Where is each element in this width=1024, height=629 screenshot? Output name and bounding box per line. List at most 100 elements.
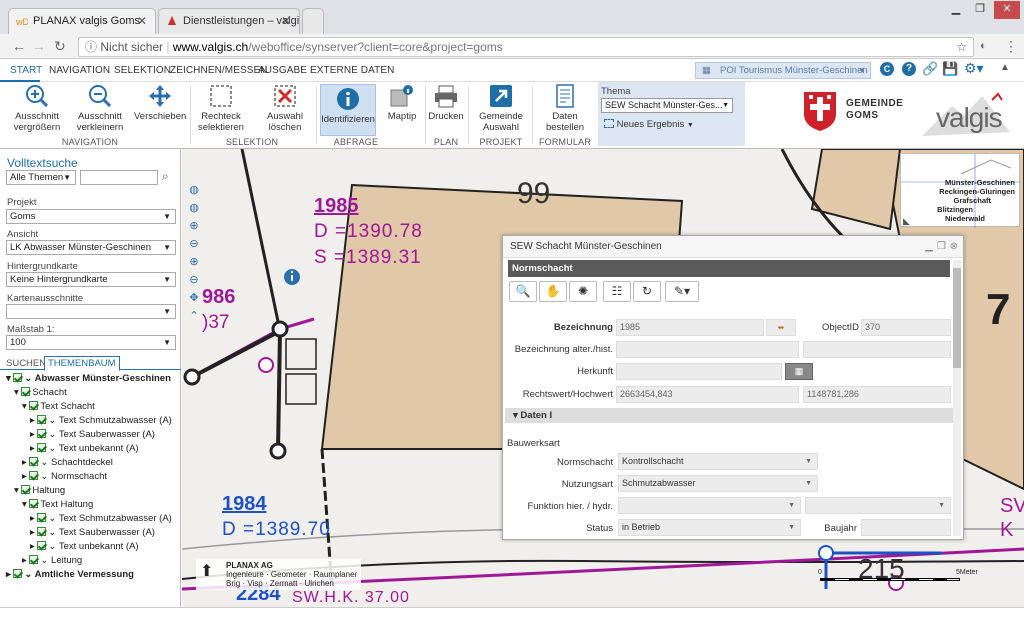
poi-theme-select[interactable]: ▦ POI Tourismus Münster-Geschinen ▼ <box>695 62 871 79</box>
new-result-toggle[interactable]: Neues Ergebnis ▼ <box>604 119 694 130</box>
maximize-dialog-icon[interactable]: ❐ <box>937 236 946 258</box>
chevron-up-icon[interactable]: ⌃ <box>186 307 202 325</box>
municipality-button[interactable]: Gemeinde Auswahl <box>476 84 526 133</box>
browser-tab-active[interactable]: wD PLANAX valgis Goms ✕ <box>8 8 156 34</box>
herkunft-field[interactable] <box>616 363 782 380</box>
tree-item[interactable]: ▾ Schacht <box>14 387 67 398</box>
search-input[interactable] <box>80 170 158 185</box>
minimize-dialog-icon[interactable]: ▁ <box>925 236 933 258</box>
forward-arrow-icon[interactable]: → <box>32 37 46 55</box>
lookup-button[interactable]: ⬌ <box>766 319 796 336</box>
highlight-button[interactable]: ✺ <box>569 281 597 302</box>
funktion-hydr-select[interactable]: ▼ <box>805 497 951 514</box>
dialog-scrollbar[interactable] <box>953 260 961 536</box>
funktion-hier-select[interactable]: ▼ <box>618 497 801 514</box>
bezeichnung-field[interactable]: 1985 <box>616 319 764 336</box>
clear-selection-button[interactable]: Auswahl löschen <box>260 84 310 133</box>
tree-item[interactable]: ▾ ⌄ Abwasser Münster-Geschinen <box>6 373 171 384</box>
print-button[interactable]: Drucken <box>428 84 464 122</box>
identify-button[interactable]: Identifizieren <box>320 84 376 136</box>
reload-icon[interactable]: ↻ <box>54 37 66 55</box>
table-button[interactable]: ☷ <box>603 281 631 302</box>
tree-item[interactable]: ▸ ⌄ Schachtdeckel <box>22 457 113 468</box>
chrome-menu-icon[interactable]: ⋮ <box>1004 37 1018 55</box>
search-icon[interactable]: ⌕ <box>162 169 169 184</box>
tab-zeichnen-messen[interactable]: ZEICHNEN/MESSEN <box>170 65 268 76</box>
bezeichnung-alt-field[interactable] <box>616 341 799 358</box>
tab-start[interactable]: START <box>10 65 42 76</box>
settings-gear-icon[interactable]: ⚙▾ <box>964 60 984 77</box>
normschacht-select[interactable]: Kontrollschacht ▼ <box>618 453 818 470</box>
save-icon[interactable]: 💾 <box>942 61 958 77</box>
tree-item[interactable]: ▾ Haltung <box>14 485 65 496</box>
identify-dialog[interactable]: SEW Schacht Münster-Geschinen ▁ ❐ ⊗ Norm… <box>502 235 964 540</box>
dialog-titlebar[interactable]: SEW Schacht Münster-Geschinen ▁ ❐ ⊗ <box>503 236 963 258</box>
link-icon[interactable]: 🔗 <box>922 61 938 77</box>
restore-icon[interactable]: ❐ <box>968 1 992 19</box>
bookmark-star-icon[interactable]: ☆ <box>956 38 967 56</box>
tree-item[interactable]: ▸ ⌄ Text unbekannt (A) <box>30 541 139 552</box>
zoom-out-map-icon[interactable]: ⊖ <box>186 235 202 253</box>
refresh-c-icon[interactable]: C <box>880 62 894 76</box>
theme-select[interactable]: SEW Schacht Münster-Ges... ▼ <box>601 98 733 113</box>
extension-icon[interactable]: ◐ <box>980 37 987 55</box>
tab-themenbaum[interactable]: THEMENBAUM <box>44 356 120 371</box>
zoom-to-button[interactable]: 🔍 <box>509 281 537 302</box>
close-tab-icon[interactable]: ✕ <box>137 9 147 33</box>
tree-item[interactable]: ▸ ⌄ Text unbekannt (A) <box>30 443 139 454</box>
rect-select-button[interactable]: Rechteck selektieren <box>196 84 246 133</box>
url-input[interactable]: ⓘ Nicht sicher | www.valgis.ch/weboffice… <box>78 37 974 57</box>
zoom-box-icon[interactable]: ⊕ <box>186 253 202 271</box>
massstab-select[interactable]: 100 ▼ <box>6 335 176 350</box>
refresh-button[interactable]: ↻ <box>633 281 661 302</box>
overview-resize-icon[interactable]: ◣ <box>903 216 910 227</box>
tree-item[interactable]: ▸ ⌄ Text Sauberwasser (A) <box>30 429 155 440</box>
globe-icon[interactable]: ◍ <box>186 181 202 199</box>
globe-zoom-icon[interactable]: ◍ <box>186 199 202 217</box>
hochwert-field[interactable]: 1148781,286 <box>803 386 951 403</box>
bezeichnung-hist-field[interactable] <box>803 341 951 358</box>
rechtswert-field[interactable]: 2663454,843 <box>616 386 799 403</box>
tree-item[interactable]: ▸ ⌄ Amtliche Vermessung <box>6 569 134 580</box>
help-icon[interactable]: ? <box>902 62 916 76</box>
collapse-ribbon-icon[interactable]: ▲ <box>1000 62 1010 73</box>
tree-item[interactable]: ▸ ⌄ Leitung <box>22 555 82 566</box>
tree-item[interactable]: ▸ ⌄ Text Schmutzabwasser (A) <box>30 415 172 426</box>
overview-map[interactable]: Münster-Geschinen Reckingen-Gluringen Gr… <box>900 153 1021 228</box>
tab-navigation[interactable]: NAVIGATION <box>49 65 110 76</box>
close-dialog-icon[interactable]: ⊗ <box>950 236 958 258</box>
browser-tab[interactable]: Dienstleistungen – valgis ✕ <box>158 8 300 34</box>
pan-button[interactable]: Verschieben <box>134 84 186 122</box>
hintergrund-select[interactable]: Keine Hintergrundkarte ▼ <box>6 272 176 287</box>
minimize-icon[interactable]: ▁ <box>944 1 968 19</box>
ansicht-select[interactable]: LK Abwasser Münster-Geschinen ▼ <box>6 240 176 255</box>
zoom-in-button[interactable]: Ausschnitt vergrößern <box>8 84 66 133</box>
edit-menu-button[interactable]: ✎▾ <box>665 281 699 302</box>
objectid-field[interactable]: 370 <box>861 319 951 336</box>
back-arrow-icon[interactable]: ← <box>12 37 26 55</box>
nutzungsart-select[interactable]: Schmutzabwasser ▼ <box>618 475 818 492</box>
full-extent-icon[interactable]: ✥ <box>186 289 202 307</box>
tree-item[interactable]: ▾ Text Haltung <box>22 499 93 510</box>
status-select[interactable]: in Betrieb ▼ <box>618 519 801 536</box>
close-tab-icon[interactable]: ✕ <box>281 9 291 33</box>
pan-to-button[interactable]: ✋ <box>539 281 567 302</box>
close-window-icon[interactable]: ✕ <box>994 1 1020 19</box>
tree-item[interactable]: ▾ Text Schacht <box>22 401 95 412</box>
new-tab-button[interactable] <box>302 8 324 34</box>
zoom-previous-icon[interactable]: ⊖ <box>186 271 202 289</box>
calendar-icon[interactable]: ▦ <box>785 363 813 380</box>
info-icon[interactable]: ⓘ <box>85 40 97 54</box>
karten-select[interactable]: ▼ <box>6 304 176 319</box>
baujahr-field[interactable] <box>861 519 951 536</box>
order-data-button[interactable]: Daten bestellen <box>540 84 590 133</box>
zoom-out-button[interactable]: Ausschnitt verkleinern <box>72 84 128 133</box>
tab-selektion[interactable]: SELEKTION <box>114 65 171 76</box>
tab-ausgabe[interactable]: AUSGABE <box>258 65 307 76</box>
section-header[interactable]: ▾ Daten I <box>505 408 953 423</box>
tree-item[interactable]: ▸ ⌄ Text Sauberwasser (A) <box>30 527 155 538</box>
projekt-select[interactable]: Goms ▼ <box>6 209 176 224</box>
tab-suchen[interactable]: SUCHEN <box>6 358 46 369</box>
tree-item[interactable]: ▸ ⌄ Text Schmutzabwasser (A) <box>30 513 172 524</box>
tab-externe-daten[interactable]: EXTERNE DATEN <box>310 65 394 76</box>
